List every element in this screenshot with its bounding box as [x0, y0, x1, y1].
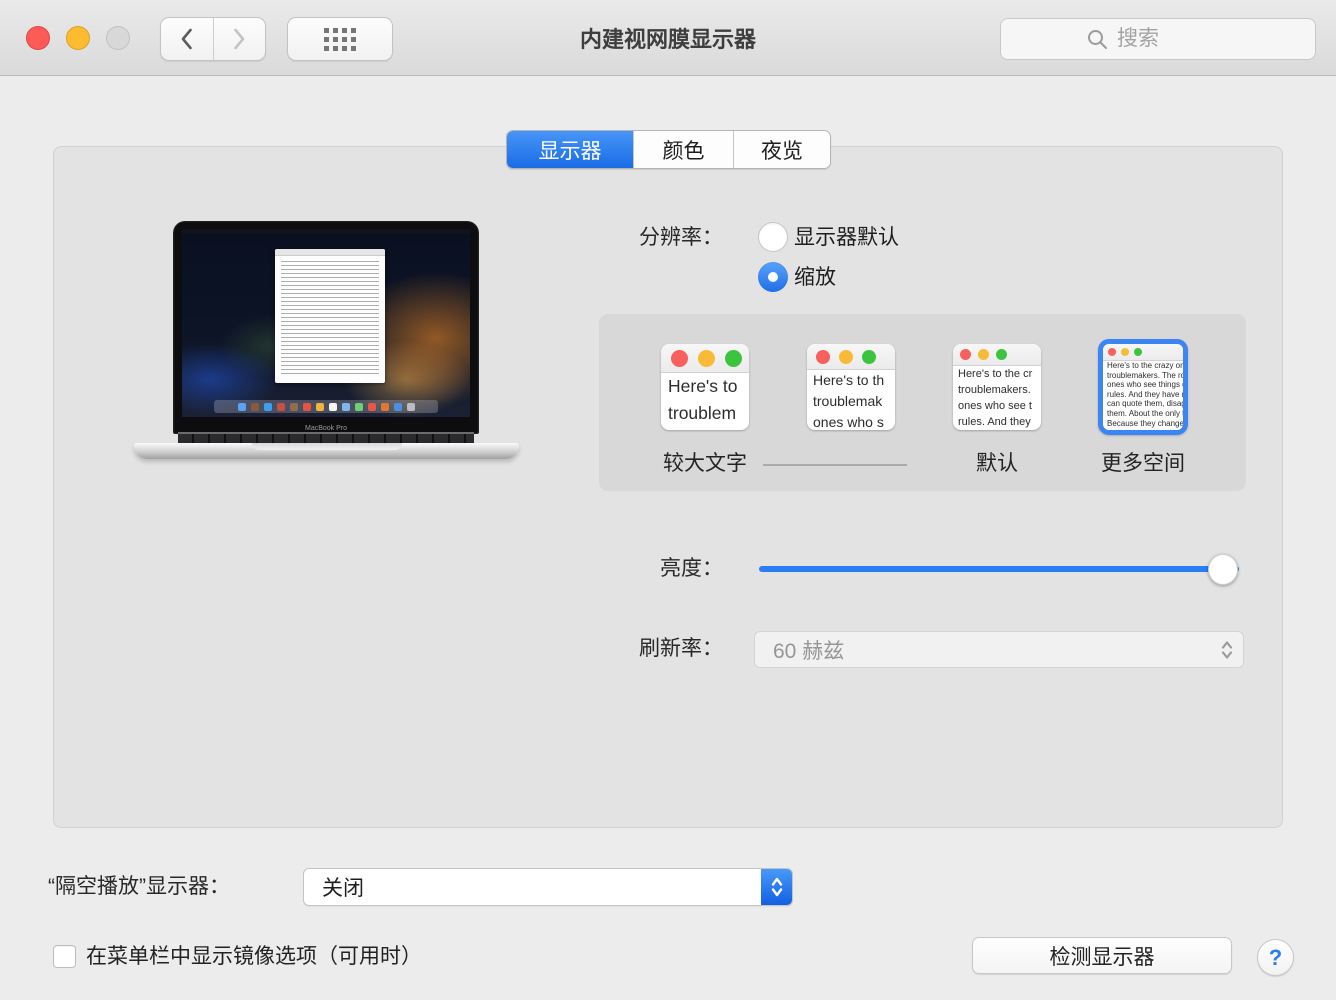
scaled-resolution-picker: Here's to troublem Here's to th troublem…: [599, 314, 1246, 491]
show-mirroring-options-label[interactable]: 在菜单栏中显示镜像选项（可用时）: [86, 944, 422, 970]
mini-window-text: Here's to th troublemak ones who s: [807, 370, 895, 430]
brightness-label: 亮度：: [543, 554, 723, 584]
airplay-display-value: 关闭: [322, 872, 364, 902]
scaled-option-label-larger-text: 较大文字: [625, 447, 785, 477]
chevron-right-icon: [232, 27, 247, 51]
airplay-display-dropdown[interactable]: 关闭: [303, 868, 793, 906]
dock-app-icon: [381, 403, 389, 411]
dock-app-icon: [264, 403, 272, 411]
tab-night-shift[interactable]: 夜览: [733, 131, 830, 168]
scaled-option-divider: [763, 464, 907, 466]
close-window-button[interactable]: [26, 26, 50, 50]
airplay-display-label: “隔空播放”显示器：: [48, 872, 230, 902]
dock-app-icon: [329, 403, 337, 411]
green-dot-icon: [862, 350, 876, 364]
radio-scaled[interactable]: [758, 262, 788, 292]
tab-displays[interactable]: 显示器: [507, 131, 633, 168]
dock-app-icon: [251, 403, 259, 411]
mini-window-text: Here's to the crazy one troublemakers. T…: [1103, 361, 1183, 428]
mini-titlebar: [661, 344, 749, 373]
mini-window-text: Here's to troublem: [661, 373, 749, 427]
dock: [214, 400, 438, 413]
minimize-window-button[interactable]: [66, 26, 90, 50]
yellow-dot-icon: [978, 349, 989, 360]
preference-tabs: 显示器 颜色 夜览: [506, 130, 831, 169]
grid-icon: [324, 28, 356, 51]
stepper-chevrons-icon: [769, 874, 785, 900]
yellow-dot-icon: [1121, 348, 1129, 356]
mini-menubar: [182, 229, 470, 234]
zoom-window-button: [106, 26, 130, 50]
refresh-rate-value: 60 赫兹: [773, 635, 844, 665]
detect-displays-button[interactable]: 检测显示器: [972, 937, 1232, 974]
resolution-label: 分辨率：: [543, 223, 723, 253]
forward-button[interactable]: [214, 18, 266, 60]
back-button[interactable]: [161, 18, 214, 60]
mini-textedit-window: [275, 249, 385, 383]
mini-window: Here's to the crazy one troublemakers. T…: [1103, 344, 1183, 428]
macbook-screen-wallpaper: [182, 229, 470, 417]
yellow-dot-icon: [698, 350, 715, 367]
help-button[interactable]: ?: [1257, 939, 1294, 976]
macbook-base: [134, 443, 519, 459]
radio-display-default[interactable]: [758, 222, 788, 252]
green-dot-icon: [725, 350, 742, 367]
search-field[interactable]: [1000, 18, 1316, 60]
mini-window-text: Here's to the cr troublemakers. ones who…: [953, 366, 1041, 430]
refresh-rate-label: 刷新率：: [543, 634, 723, 664]
scaled-option-label-more-space: 更多空间: [1063, 447, 1223, 477]
dock-app-icon: [290, 403, 298, 411]
red-dot-icon: [1108, 348, 1116, 356]
dropdown-stepper-button[interactable]: [761, 869, 792, 905]
dock-app-icon: [238, 403, 246, 411]
display-settings-panel: MacBook Pro 分辨率： 显示器默认 缩放 Here's to trou…: [53, 146, 1283, 828]
scaled-option-2[interactable]: Here's to th troublemak ones who s: [807, 344, 895, 430]
brightness-slider-track[interactable]: [759, 566, 1239, 572]
stepper-chevrons-icon: [1219, 638, 1235, 662]
brightness-slider-thumb[interactable]: [1208, 554, 1238, 585]
macbook-lid: MacBook Pro: [173, 221, 479, 434]
show-all-preferences-button[interactable]: [287, 17, 393, 61]
dock-app-icon: [394, 403, 402, 411]
red-dot-icon: [671, 350, 688, 367]
green-dot-icon: [996, 349, 1007, 360]
macbook-lid-notch: [252, 443, 402, 450]
dock-app-icon: [316, 403, 324, 411]
dock-app-icon: [355, 403, 363, 411]
show-mirroring-options-checkbox[interactable]: [53, 945, 76, 968]
macbook-model-label: MacBook Pro: [173, 425, 479, 432]
mini-titlebar: [953, 344, 1041, 366]
scaled-option-default[interactable]: Here's to the cr troublemakers. ones who…: [953, 344, 1041, 430]
dock-app-icon: [342, 403, 350, 411]
scaled-option-more-space-selected[interactable]: Here's to the crazy one troublemakers. T…: [1098, 339, 1188, 435]
dock-app-icon: [277, 403, 285, 411]
macbook-preview-image: MacBook Pro: [131, 221, 522, 461]
red-dot-icon: [816, 350, 830, 364]
dock-app-icon: [303, 403, 311, 411]
red-dot-icon: [960, 349, 971, 360]
chevron-left-icon: [179, 27, 194, 51]
dock-app-icon: [368, 403, 376, 411]
search-input[interactable]: [1117, 27, 1237, 51]
scaled-option-larger-text[interactable]: Here's to troublem: [661, 344, 749, 430]
history-nav-buttons: [160, 17, 266, 61]
tab-color[interactable]: 颜色: [633, 131, 733, 168]
yellow-dot-icon: [839, 350, 853, 364]
refresh-rate-dropdown[interactable]: 60 赫兹: [754, 631, 1244, 668]
dock-app-icon: [407, 403, 415, 411]
window-toolbar: 内建视网膜显示器: [0, 0, 1336, 76]
mini-titlebar: [1103, 344, 1183, 361]
green-dot-icon: [1134, 348, 1142, 356]
mini-titlebar: [807, 344, 895, 370]
search-icon: [1087, 29, 1108, 50]
radio-scaled-label[interactable]: 缩放: [794, 263, 836, 293]
radio-display-default-label[interactable]: 显示器默认: [794, 223, 899, 253]
scaled-option-label-default: 默认: [917, 447, 1077, 477]
